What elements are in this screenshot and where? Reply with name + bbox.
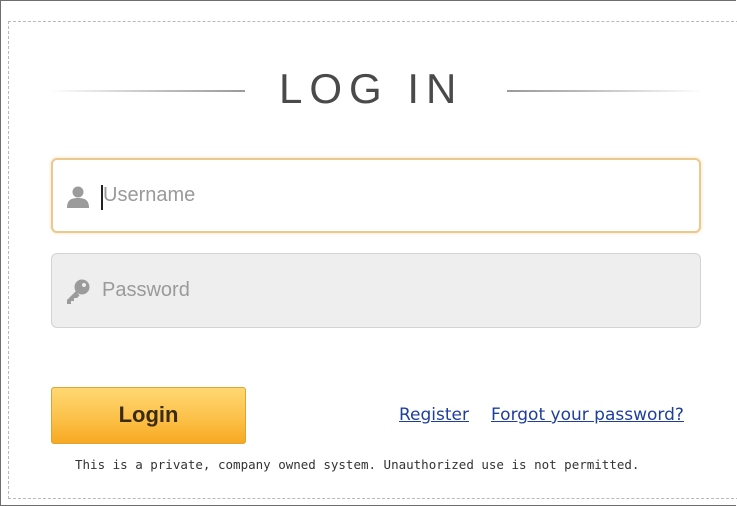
register-link[interactable]: Register bbox=[399, 405, 469, 425]
title-divider-right bbox=[507, 90, 703, 92]
login-button[interactable]: Login bbox=[51, 387, 246, 444]
username-input[interactable] bbox=[101, 160, 691, 231]
text-caret bbox=[101, 185, 103, 210]
legal-notice: This is a private, company owned system.… bbox=[75, 457, 640, 472]
page-title: LOG IN bbox=[279, 65, 464, 112]
password-input[interactable] bbox=[100, 254, 690, 327]
title-row: LOG IN bbox=[49, 63, 703, 119]
password-field[interactable] bbox=[51, 253, 701, 328]
login-window: LOG IN Login Register Forgot your passwo… bbox=[0, 0, 737, 506]
title-divider-left bbox=[49, 90, 245, 92]
forgot-password-link[interactable]: Forgot your password? bbox=[491, 405, 684, 425]
user-icon bbox=[65, 184, 91, 210]
key-icon bbox=[64, 278, 90, 304]
username-field[interactable] bbox=[51, 158, 701, 233]
